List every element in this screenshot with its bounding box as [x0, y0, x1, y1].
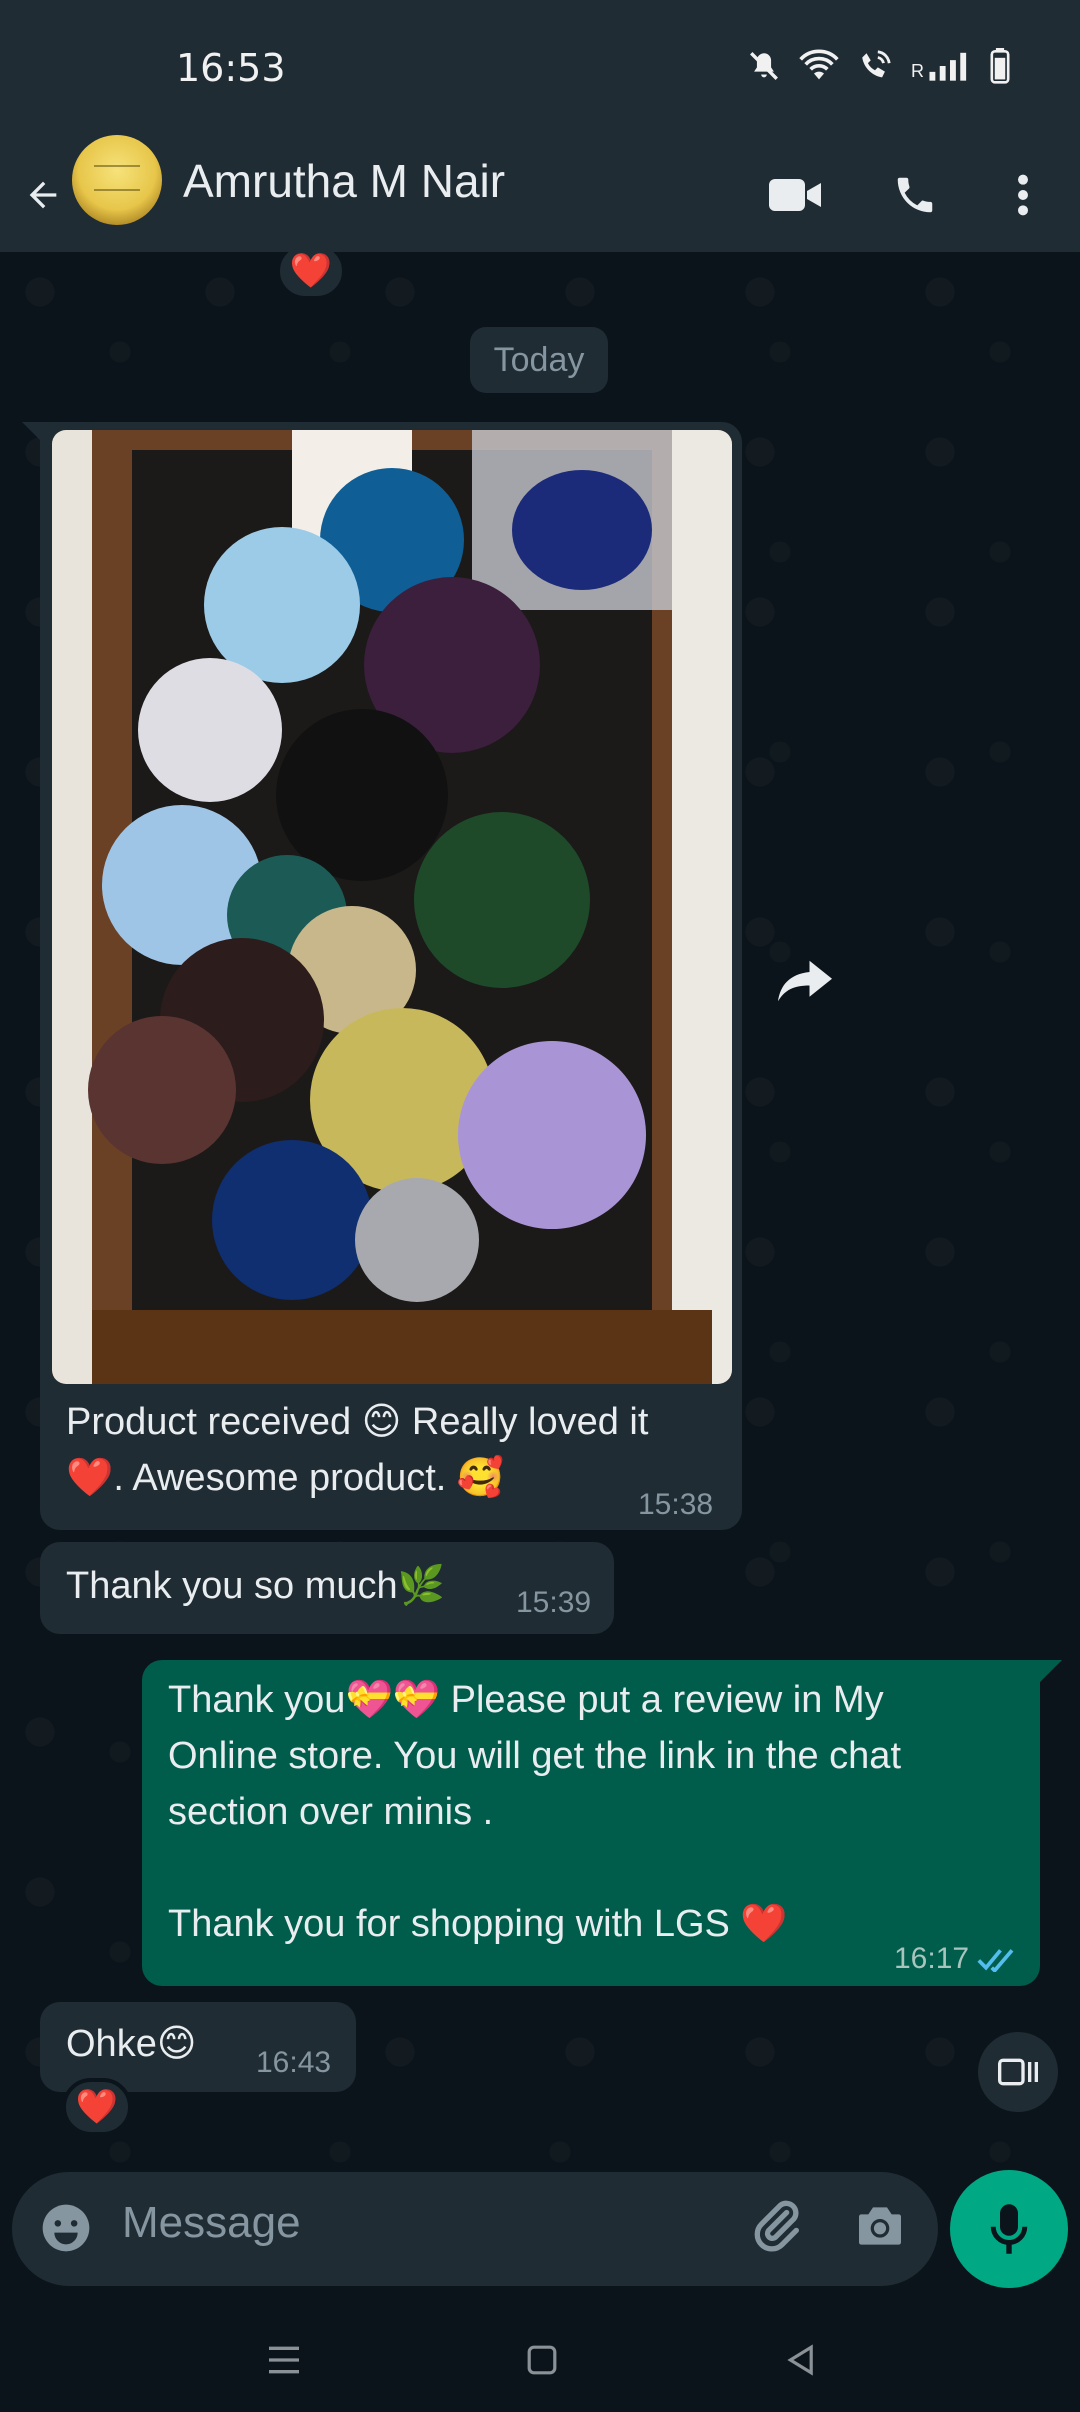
- caption-line: Product received 😊 Really loved it: [66, 1401, 649, 1443]
- outgoing-message-text: Thank you💝💝 Please put a review in My On…: [168, 1672, 1018, 1952]
- caption-line: ❤️. Awesome product. 🥰: [66, 1457, 505, 1499]
- picture-in-picture-icon: [998, 2058, 1038, 2086]
- scroll-to-bottom-button[interactable]: [978, 2032, 1058, 2112]
- message-composer[interactable]: Message: [12, 2172, 938, 2286]
- home-icon: [527, 2345, 557, 2375]
- message-photo[interactable]: [52, 430, 732, 1384]
- forward-icon: [778, 960, 832, 1002]
- wifi-icon: [799, 49, 839, 80]
- voice-message-button[interactable]: [950, 2170, 1068, 2288]
- back-button[interactable]: [18, 158, 68, 232]
- bubble-tail: [1040, 1660, 1062, 1682]
- message-time: 15:38: [638, 1488, 714, 1521]
- voice-call-icon: [897, 177, 933, 213]
- status-time: 16:53: [176, 46, 286, 90]
- signal-icon: [929, 52, 967, 81]
- back-arrow-icon: [29, 181, 57, 209]
- microphone-icon: [990, 2204, 1028, 2254]
- more-options-icon: [1018, 174, 1028, 216]
- message-line: Thank you💝💝 Please put a review in My: [168, 1679, 884, 1721]
- more-options-button[interactable]: [988, 160, 1058, 230]
- message-text: Thank you so much🌿: [66, 1565, 445, 1607]
- voice-call-button[interactable]: [880, 160, 950, 230]
- contact-name[interactable]: Amrutha M Nair: [183, 154, 505, 208]
- roaming-indicator: R: [911, 60, 924, 81]
- reaction-badge[interactable]: ❤️: [276, 252, 346, 300]
- mute-icon: [750, 52, 778, 80]
- contact-avatar[interactable]: [72, 135, 162, 225]
- chat-area[interactable]: ❤️ Today Product received 😊 Really loved…: [0, 252, 1080, 2172]
- attach-button[interactable]: [748, 2198, 806, 2261]
- camera-icon: [859, 2207, 901, 2245]
- scrunchies-photo: [52, 430, 732, 1384]
- battery-icon: [990, 48, 1010, 84]
- back-nav-button[interactable]: [770, 2330, 830, 2390]
- message-text: Ohke😊: [66, 2023, 197, 2065]
- wifi-calling-icon: [862, 50, 891, 78]
- camera-button[interactable]: [852, 2198, 908, 2259]
- date-divider: Today: [470, 327, 608, 393]
- message-time: 16:17: [894, 1942, 970, 1975]
- home-button[interactable]: [512, 2330, 572, 2390]
- forward-button[interactable]: [770, 946, 840, 1016]
- message-input[interactable]: Message: [122, 2198, 301, 2248]
- message-line: Online store. You will get the link in t…: [168, 1735, 902, 1777]
- image-caption: Product received 😊 Really loved it ❤️. A…: [66, 1394, 726, 1506]
- video-call-icon: [769, 179, 821, 211]
- reaction-badge[interactable]: ❤️: [62, 2078, 132, 2136]
- video-call-button[interactable]: [760, 160, 830, 230]
- emoji-icon: [42, 2204, 90, 2252]
- paperclip-icon: [754, 2200, 799, 2252]
- message-line: section over minis .: [168, 1791, 494, 1833]
- message-time: 15:39: [516, 1586, 592, 1619]
- emoji-button[interactable]: [38, 2200, 94, 2261]
- system-navigation-bar: [0, 2300, 1080, 2412]
- message-meta: 16:17: [894, 1942, 1021, 1976]
- status-bar: 16:53 R: [0, 0, 1080, 140]
- back-triangle-icon: [787, 2344, 813, 2376]
- recents-button[interactable]: [254, 2330, 314, 2390]
- system-icons: R: [747, 48, 1010, 84]
- read-receipt-icon: [977, 1949, 1014, 1972]
- message-time: 16:43: [256, 2046, 332, 2079]
- chat-header: Amrutha M Nair: [0, 135, 1080, 252]
- recents-icon: [269, 2346, 299, 2374]
- message-line: Thank you for shopping with LGS ❤️: [168, 1903, 788, 1945]
